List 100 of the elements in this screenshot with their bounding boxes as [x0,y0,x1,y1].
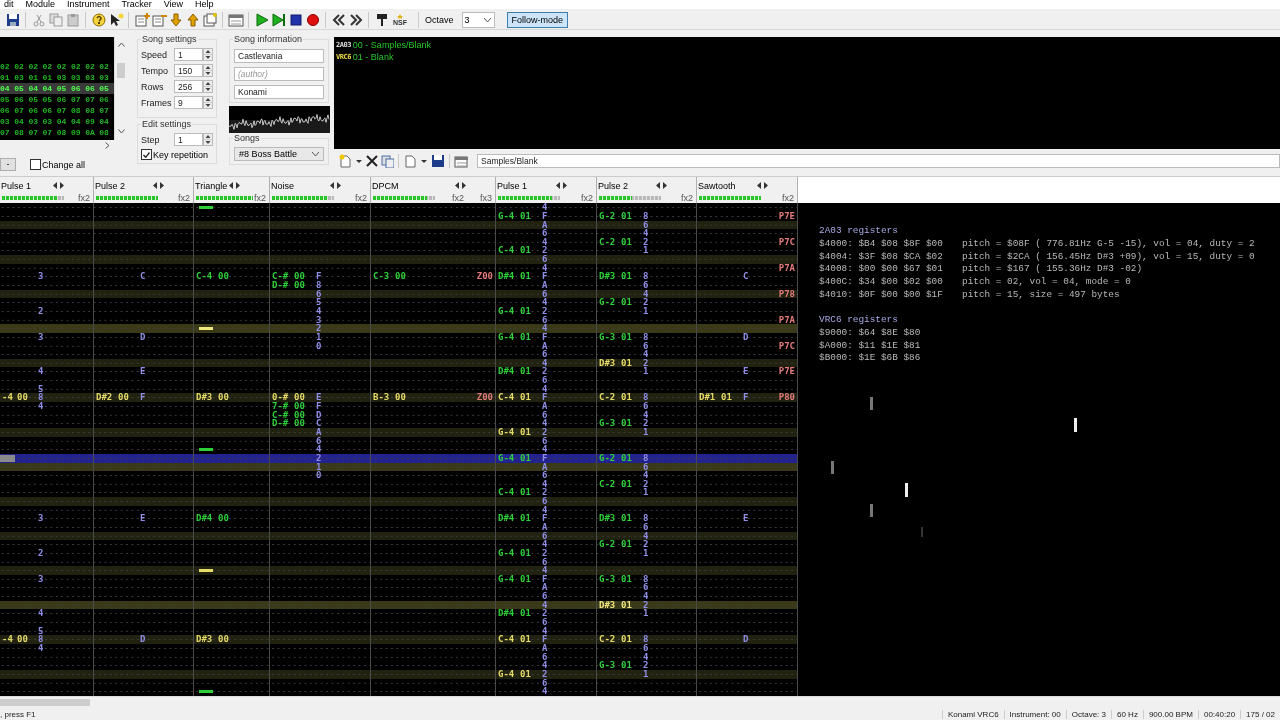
channel-arrows-icon[interactable] [656,182,667,190]
frame-cell[interactable]: 07 [56,105,71,117]
effect-column-label[interactable]: fx2 [451,192,464,203]
effect-column-label[interactable]: fx2 [355,192,367,203]
effect-column-label[interactable]: fx2 [681,192,693,203]
channel-arrows-icon[interactable] [757,182,768,190]
channel-header[interactable]: Pulse 1 fx2 [0,177,94,204]
channel-arrows-icon[interactable] [556,182,567,190]
menu-item[interactable]: dit [0,0,18,9]
instrument-entry[interactable]: 00 - Samples/Blank [352,40,431,51]
record-icon[interactable] [304,11,321,28]
frame-cell[interactable]: 04 [28,83,43,95]
play-icon[interactable] [253,11,270,28]
frame-cell[interactable]: 06 [99,94,114,106]
menu-item[interactable]: Help [191,0,218,9]
frame-cell[interactable]: 07 [99,105,114,117]
help-icon[interactable] [90,11,107,28]
frame-cell[interactable]: 06 [56,94,71,106]
frame-cell[interactable]: 02 [70,61,86,73]
frame-cell[interactable]: 02 [56,61,71,73]
frame-cell[interactable]: 08 [70,105,86,117]
frame-cell[interactable]: 08 [56,127,71,139]
frame-cell[interactable]: 01 [42,72,57,84]
frame-cell[interactable]: 04 [14,116,29,128]
menu-item[interactable]: Tracker [117,0,156,9]
channel-header[interactable]: Pulse 1 fx2 [496,177,597,204]
channel-header[interactable]: Sawtooth fx2 [697,177,798,204]
frame-cell[interactable]: 04 [0,83,15,95]
frame-cell[interactable]: 04 [42,83,57,95]
key-repetition-checkbox[interactable] [141,149,152,161]
frame-cell[interactable]: 07 [28,127,43,139]
channel-header[interactable]: Pulse 2 fx2 [597,177,697,204]
scroll-right-icon[interactable] [105,141,110,149]
spin-button[interactable] [203,80,213,94]
down-arrow-icon[interactable] [167,11,184,28]
number-field[interactable]: 256 [174,80,203,94]
frame-cell[interactable]: 03 [56,72,71,84]
remove-button[interactable]: - [0,158,16,172]
menu-item[interactable]: Module [21,0,60,9]
frame-cell[interactable]: 03 [99,72,114,84]
effect-column-label[interactable]: fx2 [254,192,266,203]
frame-cell[interactable]: 02 [28,61,43,73]
menu-item[interactable]: Instrument [63,0,114,9]
frame-cell[interactable]: 05 [56,83,71,95]
instrument-entry[interactable]: 01 - Blank [352,52,394,63]
delete-icon[interactable] [366,155,378,168]
title-field[interactable]: Castlevania [234,49,324,64]
author-field[interactable]: (author) [234,67,324,82]
frame-cell[interactable]: 06 [28,105,43,117]
previous-icon[interactable] [330,11,347,28]
frame-cell[interactable]: 04 [99,116,114,128]
channel-header[interactable]: Noise fx2 [270,177,371,204]
frame-cell[interactable]: 08 [99,127,114,139]
spin-button[interactable] [203,48,213,62]
song-dropdown[interactable]: #8 Boss Battle [234,147,324,162]
duplicate-frame-icon[interactable] [201,11,218,28]
octave-dropdown[interactable]: 3 [461,11,495,28]
channel-header[interactable]: Triangle fx2 [194,177,270,204]
frame-cell[interactable]: 07 [85,94,100,106]
frame-cell[interactable]: 09 [70,127,86,139]
stop-icon[interactable] [287,11,304,28]
frame-cell[interactable]: 07 [70,94,86,106]
effect-column-label[interactable]: fx3 [480,192,492,203]
frame-cell[interactable]: 07 [0,127,15,139]
frame-cell[interactable]: 03 [42,116,57,128]
spin-button[interactable] [203,133,213,147]
menu-item[interactable]: View [159,0,188,9]
channel-arrows-icon[interactable] [330,182,341,190]
frame-cell[interactable]: 03 [85,72,100,84]
frame-cell[interactable]: 03 [28,116,43,128]
frame-cell[interactable]: 09 [85,116,100,128]
channel-header[interactable]: DPCM fx2 fx3 [371,177,496,204]
frame-cell[interactable]: 06 [85,83,100,95]
insert-frame-icon[interactable] [133,11,150,28]
spin-button[interactable] [203,96,213,110]
frame-cell[interactable]: 05 [28,94,43,106]
spin-button[interactable] [203,64,213,78]
frame-cell[interactable]: 02 [85,61,100,73]
follow-mode-button[interactable]: Follow-mode [506,11,569,28]
instrument-name-field[interactable]: Samples/Blank [477,154,1280,169]
frame-cell[interactable]: 08 [14,127,29,139]
channel-header[interactable]: Pulse 2 fx2 [94,177,194,204]
number-field[interactable]: 1 [174,133,203,147]
frame-cell[interactable]: 06 [70,83,86,95]
window-icon[interactable] [227,11,244,28]
change-all-checkbox[interactable] [30,159,41,171]
channel-arrows-icon[interactable] [229,182,240,190]
frame-cell[interactable]: 02 [14,61,29,73]
frame-cell[interactable]: 06 [42,105,57,117]
frame-cell[interactable]: 05 [99,83,114,95]
channel-arrows-icon[interactable] [455,182,466,190]
caret-icon[interactable] [421,159,427,163]
frame-cell[interactable]: 05 [14,83,29,95]
frame-cell[interactable]: 04 [70,116,86,128]
play-pattern-icon[interactable] [270,11,287,28]
copyright-field[interactable]: Konami [234,85,324,100]
frame-cell[interactable]: 06 [0,105,15,117]
save-icon[interactable] [431,154,445,169]
frame-cell[interactable]: 02 [0,61,15,73]
frame-cell[interactable]: 07 [14,105,29,117]
